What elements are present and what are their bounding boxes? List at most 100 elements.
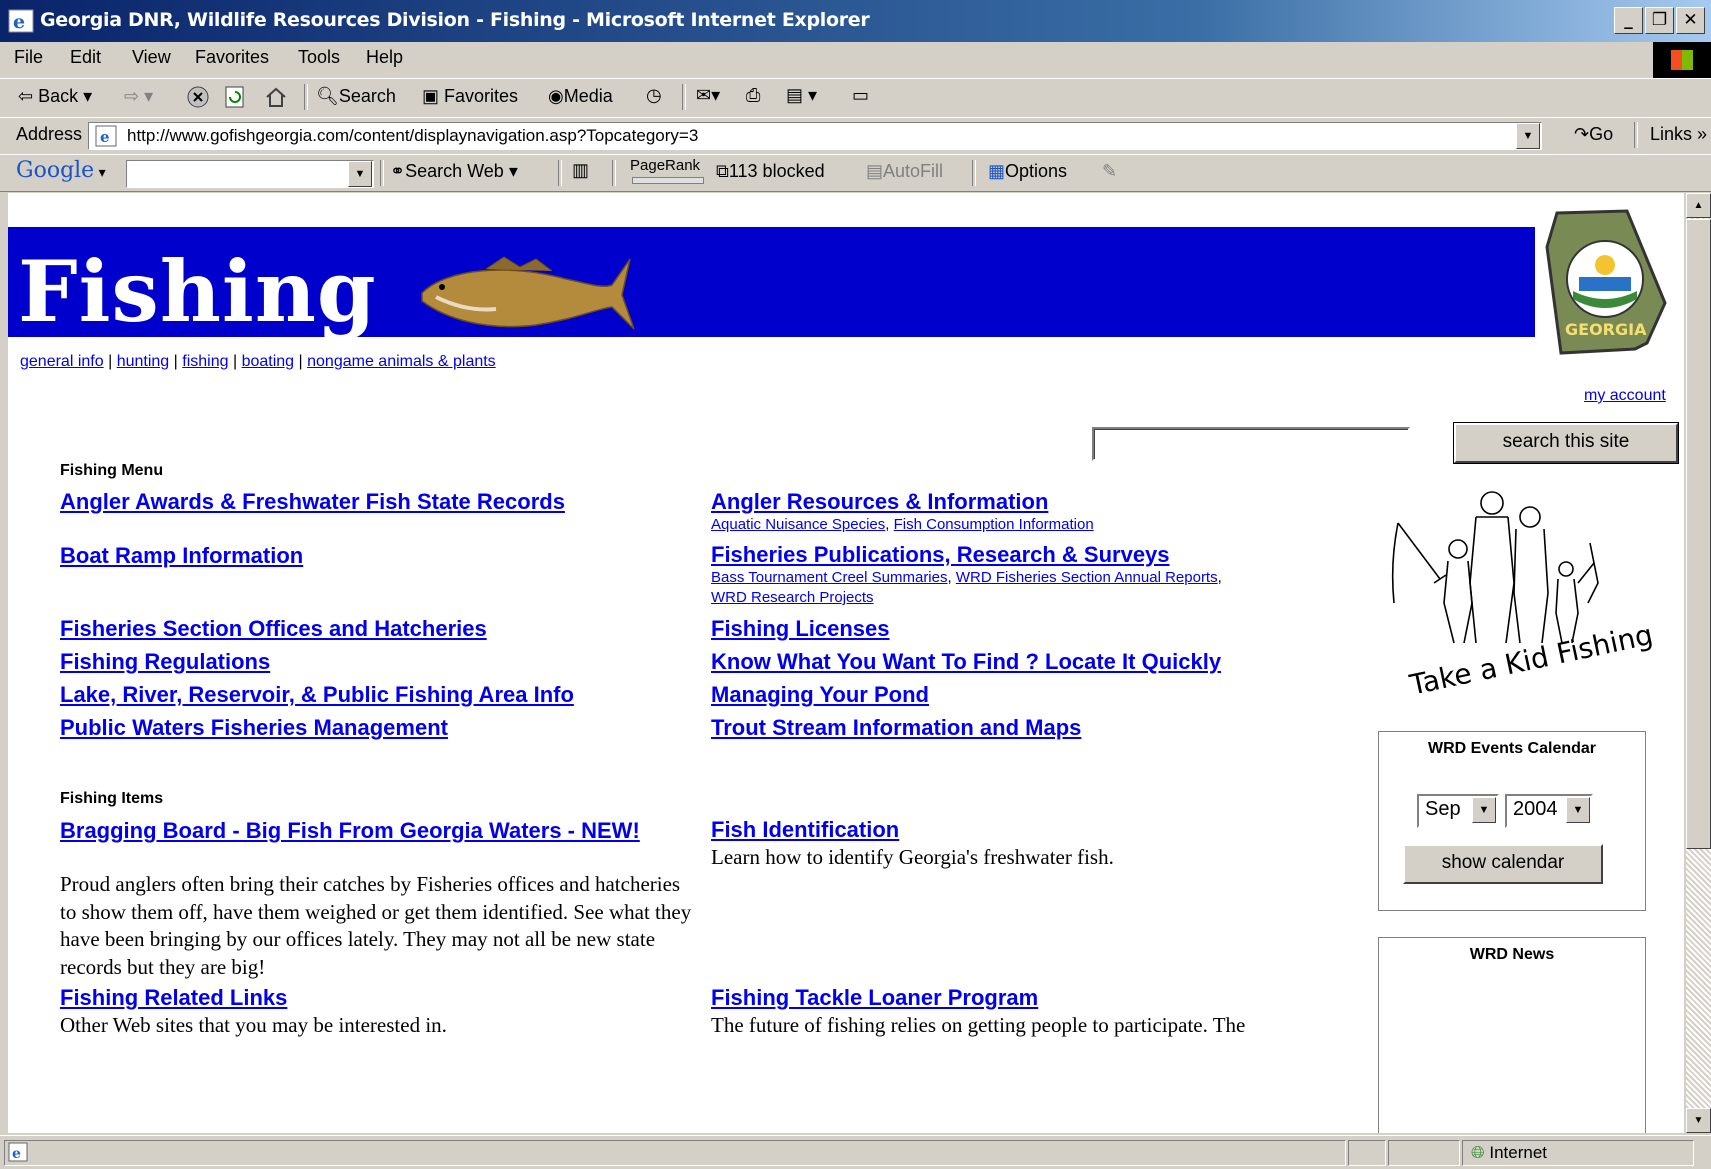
year-dropdown-arrow[interactable]: ▼ [1566,797,1590,823]
forward-arrow-icon: ⇨ [124,86,140,106]
seal-georgia-text: GEORGIA [1565,320,1647,339]
annual-reports-link[interactable]: WRD Fisheries Section Annual Reports [956,569,1218,586]
refresh-icon [225,86,244,108]
wrd-seal-logo: GEORGIA [1543,207,1667,357]
boat-ramp-link[interactable]: Boat Ramp Information [60,543,303,569]
nav-general-info[interactable]: general info [20,353,104,370]
menu-help[interactable]: Help [366,47,403,68]
print-button[interactable]: ⎙ [746,85,760,106]
pagerank-indicator: PageRank [630,157,701,174]
fishing-licenses-link[interactable]: Fishing Licenses [711,616,890,642]
home-button[interactable] [264,85,288,114]
options-button[interactable]: ▦Options [988,161,1067,182]
binoculars-icon: ⚭ [390,161,406,181]
fishing-items-heading: Fishing Items [60,790,164,807]
scroll-up-button[interactable]: ▲ [1686,193,1711,218]
my-account-link[interactable]: my account [1584,387,1666,405]
fish-identification-link[interactable]: Fish Identification [711,817,899,843]
menu-view[interactable]: View [132,47,171,68]
nav-nongame[interactable]: nongame animals & plants [307,353,496,370]
media-button[interactable]: ◉Media [548,86,613,107]
wrd-news-title: WRD News [1469,946,1555,963]
status-pane-3 [1388,1140,1460,1166]
popup-blocker-button[interactable]: ⧉113 blocked [716,161,825,182]
mail-icon: ✉▾ [696,85,721,105]
google-search-dropdown[interactable]: ▼ [348,161,372,187]
locate-quickly-link[interactable]: Know What You Want To Find ? Locate It Q… [711,649,1221,675]
public-waters-link[interactable]: Public Waters Fisheries Management [60,715,448,741]
lake-river-info-link[interactable]: Lake, River, Reservoir, & Public Fishing… [60,682,574,708]
angler-resources-link[interactable]: Angler Resources & Information [711,489,1048,515]
links-button[interactable]: Links » [1650,124,1707,145]
go-button[interactable]: ↷Go [1574,124,1613,145]
media-icon: ◉ [548,86,564,106]
search-button[interactable]: 🔍︎Search [316,86,396,107]
mail-button[interactable]: ✉▾ [696,85,720,106]
fishing-related-links-link[interactable]: Fishing Related Links [60,985,287,1011]
bass-tournament-link[interactable]: Bass Tournament Creel Summaries [711,569,947,586]
forward-button[interactable]: ⇨ ▾ [124,86,153,107]
managing-pond-link[interactable]: Managing Your Pond [711,682,929,708]
address-input[interactable]: e http://www.gofishgeorgia.com/content/d… [88,122,1542,150]
svg-text:e: e [13,11,25,33]
close-button[interactable]: ✕ [1676,7,1705,34]
page-viewport: Fishing GEORGIA general info | hunting |… [8,193,1684,1133]
minimize-button[interactable]: _ [1614,7,1643,34]
zone-pane: 🌐︎ Internet [1462,1140,1694,1166]
word-icon: ▤ ▾ [786,85,818,105]
edit-word-button[interactable]: ▤ ▾ [786,85,817,106]
favorites-button[interactable]: ▣ Favorites [422,86,518,107]
site-search-input[interactable] [1092,427,1410,461]
fisheries-offices-link[interactable]: Fisheries Section Offices and Hatcheries [60,616,487,642]
search-icon: 🔍︎ [316,86,339,106]
bragging-board-link[interactable]: Bragging Board - Big Fish From Georgia W… [60,817,660,844]
month-select[interactable]: Sep ▼ [1417,794,1499,828]
show-calendar-button[interactable]: show calendar [1403,844,1603,884]
back-button[interactable]: ⇦ Back ▾ [18,86,92,107]
nav-hunting[interactable]: hunting [117,353,170,370]
address-toolbar: Address e http://www.gofishgeorgia.com/c… [0,117,1711,155]
search-web-button[interactable]: ⚭Search Web ▾ [390,161,518,182]
top-nav: general info | hunting | fishing | boati… [20,353,496,370]
newspaper-icon: ▥ [572,160,590,180]
fish-consumption-link[interactable]: Fish Consumption Information [894,516,1094,533]
nav-boating[interactable]: boating [242,353,295,370]
menu-tools[interactable]: Tools [298,47,340,68]
research-projects-link[interactable]: WRD Research Projects [711,589,874,606]
popup-block-icon: ⧉ [716,161,729,181]
refresh-button[interactable] [224,85,246,114]
aquatic-nuisance-link[interactable]: Aquatic Nuisance Species [711,516,885,533]
maximize-button[interactable]: ❐ [1645,7,1674,34]
nav-fishing[interactable]: fishing [182,353,228,370]
fishing-regulations-link[interactable]: Fishing Regulations [60,649,270,675]
windows-flag-icon [1653,42,1711,78]
menu-file[interactable]: File [14,47,43,68]
browser-window: e Georgia DNR, Wildlife Resources Divisi… [0,0,1711,1169]
google-search-input[interactable]: ▼ [126,160,374,188]
title-bar: e Georgia DNR, Wildlife Resources Divisi… [0,0,1711,42]
month-dropdown-arrow[interactable]: ▼ [1472,797,1496,823]
svg-text:e: e [12,1146,21,1162]
menu-edit[interactable]: Edit [70,47,101,68]
scroll-thumb[interactable] [1686,219,1711,849]
history-button[interactable]: ◷ [646,85,662,106]
google-logo[interactable]: Google ▾ [16,158,106,183]
menu-favorites[interactable]: Favorites [195,47,269,68]
tackle-loaner-description: The future of fishing relies on getting … [711,1013,1246,1037]
discuss-button[interactable]: ▭ [852,85,869,106]
search-site-button[interactable]: search this site [1453,422,1679,464]
back-arrow-icon: ⇦ [18,86,34,106]
address-dropdown-arrow[interactable]: ▼ [1516,123,1540,149]
news-button[interactable]: ▥ [572,160,589,181]
trout-stream-link[interactable]: Trout Stream Information and Maps [711,715,1081,741]
tackle-loaner-link[interactable]: Fishing Tackle Loaner Program [711,985,1038,1011]
angler-awards-link[interactable]: Angler Awards & Freshwater Fish State Re… [60,489,565,515]
year-select[interactable]: 2004 ▼ [1505,794,1593,828]
vertical-scrollbar[interactable]: ▲ ▼ [1686,193,1711,1133]
autofill-icon: ▤ [866,161,884,181]
autofill-button[interactable]: ▤AutoFill [866,161,943,182]
fisheries-publications-link[interactable]: Fisheries Publications, Research & Surve… [711,542,1170,568]
scroll-down-button[interactable]: ▼ [1686,1108,1711,1133]
highlight-button[interactable]: ✎ [1102,161,1117,182]
stop-button[interactable] [186,85,210,114]
